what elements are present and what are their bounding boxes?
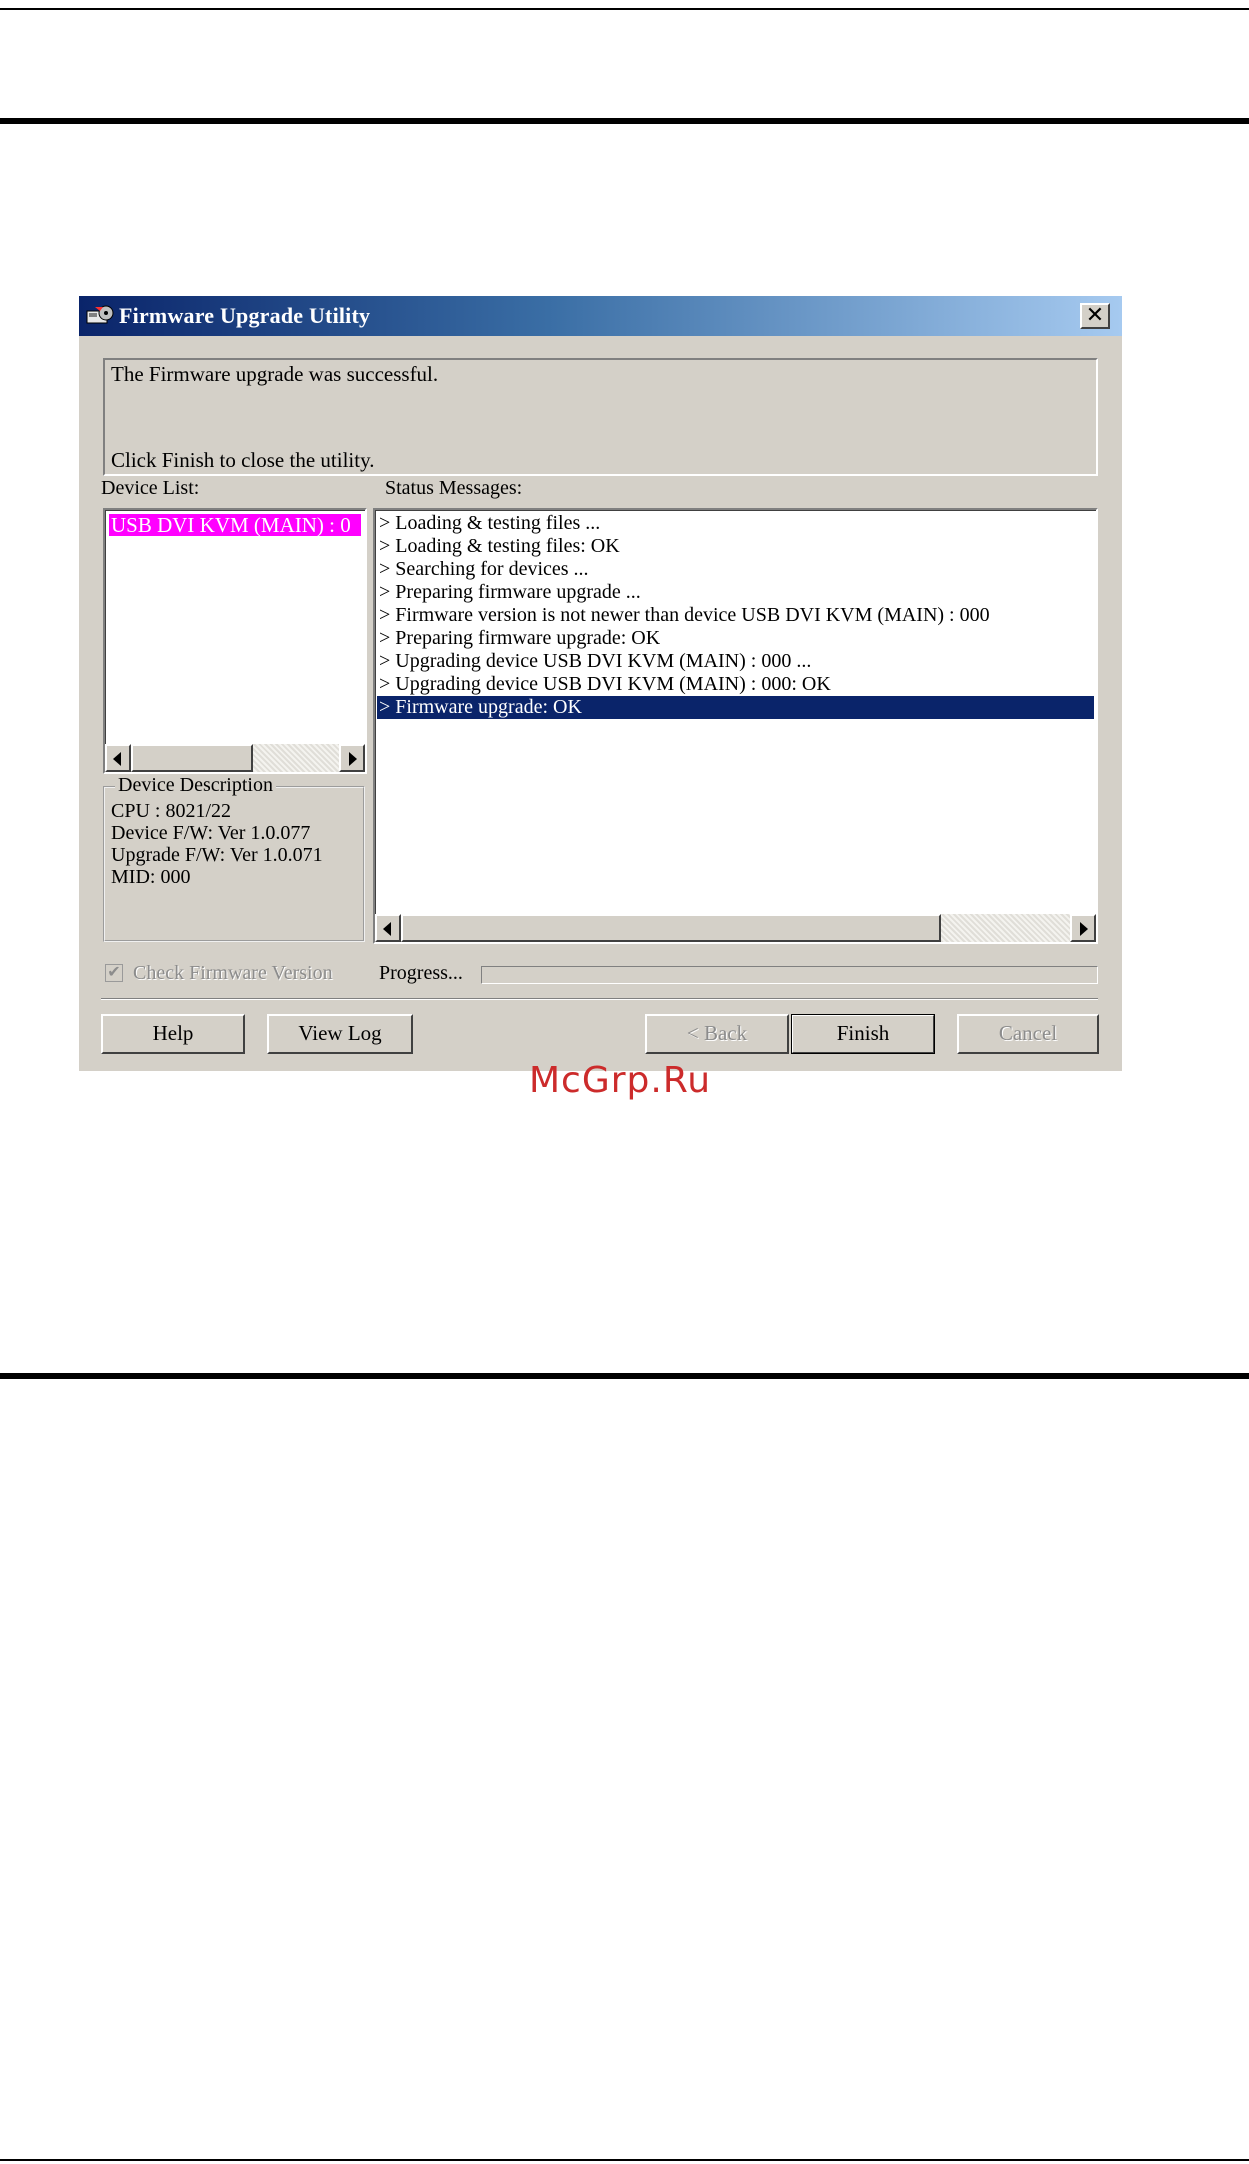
device-list-item[interactable]: USB DVI KVM (MAIN) : 0 xyxy=(109,514,361,536)
device-cpu: CPU : 8021/22 xyxy=(111,800,232,822)
status-messages-list[interactable]: > Loading & testing files ... > Loading … xyxy=(373,508,1098,944)
arrow-right-icon xyxy=(349,752,357,766)
status-list-scrollbar[interactable] xyxy=(375,914,1096,942)
check-firmware-checkbox[interactable]: ✔ xyxy=(105,964,123,982)
view-log-button[interactable]: View Log xyxy=(267,1014,413,1054)
bottom-rule xyxy=(0,2159,1249,2161)
status-line-selected[interactable]: > Firmware upgrade: OK xyxy=(377,696,1094,719)
scroll-left-button[interactable] xyxy=(105,744,131,772)
firmware-upgrade-dialog: Firmware Upgrade Utility ✕ The Firmware … xyxy=(79,296,1122,1071)
result-message: The Firmware upgrade was successful. xyxy=(111,362,439,386)
status-line: > Firmware version is not newer than dev… xyxy=(379,604,990,626)
device-list-scrollbar[interactable] xyxy=(105,744,365,772)
arrow-right-icon xyxy=(1080,922,1088,936)
close-button[interactable]: ✕ xyxy=(1080,303,1110,329)
device-list[interactable]: USB DVI KVM (MAIN) : 0 xyxy=(103,508,367,774)
scroll-thumb[interactable] xyxy=(401,914,941,942)
watermark: McGrp.Ru xyxy=(529,1060,712,1101)
scroll-thumb[interactable] xyxy=(131,744,253,772)
message-panel: The Firmware upgrade was successful. Cli… xyxy=(103,358,1098,476)
status-line: > Upgrading device USB DVI KVM (MAIN) : … xyxy=(379,650,812,672)
device-list-label: Device List: xyxy=(101,477,200,499)
status-line: > Loading & testing files ... xyxy=(379,512,601,534)
section-rule xyxy=(0,1373,1249,1379)
scroll-right-button[interactable] xyxy=(339,744,365,772)
device-mid: MID: 000 xyxy=(111,866,191,888)
status-line: > Searching for devices ... xyxy=(379,558,589,580)
checkmark-icon: ✔ xyxy=(107,964,121,981)
scroll-right-button[interactable] xyxy=(1070,914,1096,942)
arrow-left-icon xyxy=(113,752,121,766)
finish-button[interactable]: Finish xyxy=(791,1014,935,1054)
header-rule xyxy=(0,118,1249,124)
device-description-group: Device Description CPU : 8021/22 Device … xyxy=(103,774,365,942)
cancel-button[interactable]: Cancel xyxy=(957,1014,1099,1054)
progress-label: Progress... xyxy=(379,962,463,984)
check-firmware-label: Check Firmware Version xyxy=(133,962,333,984)
upgrade-firmware-version: Upgrade F/W: Ver 1.0.071 xyxy=(111,844,323,866)
scroll-left-button[interactable] xyxy=(375,914,401,942)
status-line: > Preparing firmware upgrade ... xyxy=(379,581,641,603)
status-messages-label: Status Messages: xyxy=(385,477,523,499)
status-line: > Loading & testing files: OK xyxy=(379,535,620,557)
close-icon: ✕ xyxy=(1085,303,1105,328)
app-icon xyxy=(86,305,114,324)
device-firmware-version: Device F/W: Ver 1.0.077 xyxy=(111,822,311,844)
window-title: Firmware Upgrade Utility xyxy=(119,303,371,328)
back-button[interactable]: < Back xyxy=(645,1014,789,1054)
device-description-title: Device Description xyxy=(115,774,276,797)
top-rule xyxy=(0,8,1249,10)
title-bar[interactable]: Firmware Upgrade Utility ✕ xyxy=(79,296,1122,336)
status-line: > Upgrading device USB DVI KVM (MAIN) : … xyxy=(379,673,831,695)
help-button[interactable]: Help xyxy=(101,1014,245,1054)
instruction-message: Click Finish to close the utility. xyxy=(111,448,375,472)
button-separator xyxy=(101,998,1098,1000)
progress-bar xyxy=(481,966,1098,984)
arrow-left-icon xyxy=(383,922,391,936)
status-line: > Preparing firmware upgrade: OK xyxy=(379,627,661,649)
